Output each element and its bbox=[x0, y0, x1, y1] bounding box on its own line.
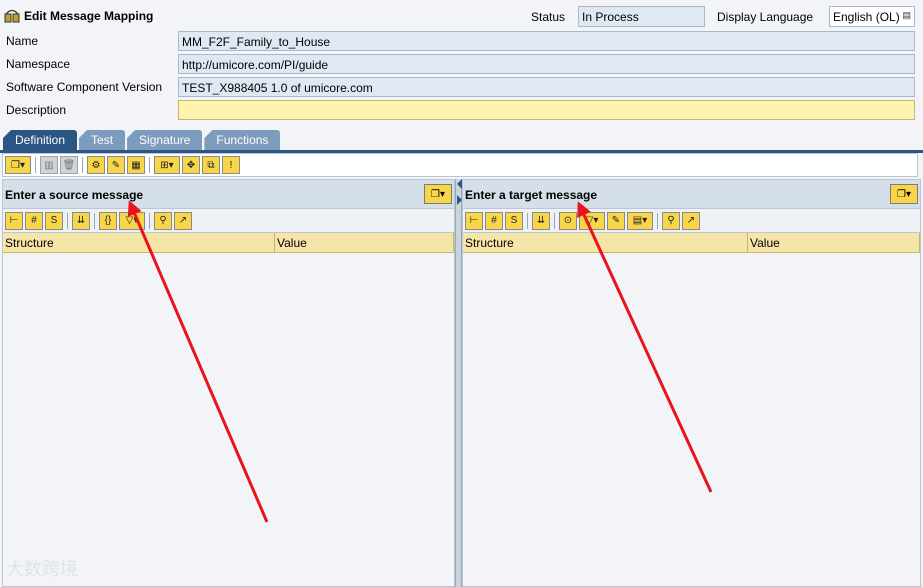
tree-icon[interactable]: ⊢ bbox=[5, 211, 23, 230]
name-field[interactable]: MM_F2F_Family_to_House bbox=[178, 31, 915, 51]
gear-icon[interactable]: ⚙ bbox=[87, 156, 105, 174]
tab-signature[interactable]: Signature bbox=[127, 130, 203, 150]
target-table-header: Structure Value bbox=[463, 233, 920, 253]
source-pane-title: Enter a source message bbox=[5, 188, 144, 202]
target-message-pane: Enter a target message ❐▾ ⊢ # S ⇊ ⊙ ▽▾ ✎… bbox=[462, 179, 921, 587]
header-panel: Edit Message Mapping Status In Process D… bbox=[0, 0, 923, 128]
source-table-header: Structure Value bbox=[3, 233, 454, 253]
filter-icon[interactable]: ▽▾ bbox=[579, 211, 605, 230]
copy-window-icon[interactable]: ⧉ bbox=[202, 156, 220, 174]
grid-icon[interactable]: # bbox=[485, 211, 503, 230]
expand-icon[interactable]: ⇊ bbox=[532, 211, 550, 230]
tree-icon[interactable]: ⊢ bbox=[465, 211, 483, 230]
source-pane-toolbar: ⊢ # S ⇊ {} ▽▾ ⚲ ↗ bbox=[3, 209, 454, 233]
hierarchy-icon[interactable]: ⊞▾ bbox=[154, 156, 180, 174]
warning-icon[interactable]: ! bbox=[222, 156, 240, 174]
copy-icon[interactable]: ▥ bbox=[40, 156, 58, 174]
display-language-select[interactable]: English (OL) ▤ bbox=[829, 6, 915, 27]
grid-icon[interactable]: # bbox=[25, 211, 43, 230]
structure-column-header[interactable]: Structure bbox=[463, 233, 748, 252]
toolbar-separator bbox=[149, 212, 150, 229]
source-icon[interactable]: S bbox=[45, 211, 63, 230]
table-icon[interactable]: ▦ bbox=[127, 156, 145, 174]
target-pane-toolbar: ⊢ # S ⇊ ⊙ ▽▾ ✎ ▤▾ ⚲ ↗ bbox=[463, 209, 920, 233]
edit-document-icon[interactable]: ✎ bbox=[107, 156, 125, 174]
source-icon[interactable]: S bbox=[505, 211, 523, 230]
main-toolbar: ❐▾ ▥ 🗑 ⚙ ✎ ▦ ⊞▾ ✥ ⧉ ! bbox=[2, 153, 918, 177]
target-pane-title: Enter a target message bbox=[465, 188, 598, 202]
export-icon[interactable]: ↗ bbox=[174, 211, 192, 230]
namespace-label: Namespace bbox=[6, 57, 71, 71]
name-label: Name bbox=[6, 34, 39, 48]
target-pane-header: Enter a target message ❐▾ bbox=[463, 180, 920, 209]
tab-functions[interactable]: Functions bbox=[204, 130, 281, 150]
namespace-field[interactable]: http://umicore.com/PI/guide bbox=[178, 54, 915, 74]
window-options-icon[interactable]: ❐▾ bbox=[5, 156, 31, 174]
source-message-pane: Enter a source message ❐▾ ⊢ # S ⇊ {} ▽▾ … bbox=[2, 179, 455, 587]
value-column-header[interactable]: Value bbox=[275, 233, 454, 252]
status-field: In Process bbox=[578, 6, 705, 27]
title-row: Edit Message Mapping bbox=[4, 9, 153, 23]
pane-options-icon[interactable]: ❐▾ bbox=[424, 184, 452, 204]
filter-icon[interactable]: ▽▾ bbox=[119, 211, 145, 230]
display-language-value: English (OL) bbox=[833, 10, 900, 24]
find-icon[interactable]: ⚲ bbox=[662, 211, 680, 230]
description-field[interactable] bbox=[178, 100, 915, 120]
software-component-version-label: Software Component Version bbox=[6, 80, 163, 94]
page-title: Edit Message Mapping bbox=[24, 9, 154, 23]
pane-divider[interactable] bbox=[455, 179, 462, 587]
tab-definition[interactable]: Definition bbox=[3, 130, 78, 150]
mapping-icon bbox=[4, 9, 20, 23]
watermark-logo: 大数跨境 bbox=[6, 559, 78, 579]
tab-bar: Definition Test Signature Functions bbox=[3, 130, 282, 150]
expand-icon[interactable]: ⇊ bbox=[72, 211, 90, 230]
export-icon[interactable]: ↗ bbox=[682, 211, 700, 230]
source-pane-header: Enter a source message ❐▾ bbox=[3, 180, 454, 209]
delete-icon[interactable]: 🗑 bbox=[60, 156, 78, 174]
status-label: Status bbox=[531, 10, 566, 24]
description-label: Description bbox=[6, 103, 67, 117]
toolbar-separator bbox=[149, 157, 150, 173]
structure-column-header[interactable]: Structure bbox=[3, 233, 275, 252]
value-column-header[interactable]: Value bbox=[748, 233, 920, 252]
toolbar-separator bbox=[82, 157, 83, 173]
pane-options-icon[interactable]: ❐▾ bbox=[890, 184, 918, 204]
toolbar-separator bbox=[35, 157, 36, 173]
context-icon[interactable]: {} bbox=[99, 211, 117, 230]
tab-test[interactable]: Test bbox=[79, 130, 126, 150]
find-icon[interactable]: ⚲ bbox=[154, 211, 172, 230]
properties-icon[interactable]: ▤▾ bbox=[627, 211, 653, 230]
software-component-version-field[interactable]: TEST_X988405 1.0 of umicore.com bbox=[178, 77, 915, 97]
dropdown-icon[interactable]: ▤ bbox=[902, 10, 911, 23]
display-language-label: Display Language bbox=[717, 10, 814, 24]
toolbar-separator bbox=[554, 212, 555, 229]
context-icon[interactable]: ⊙ bbox=[559, 211, 577, 230]
toolbar-separator bbox=[657, 212, 658, 229]
dependencies-icon[interactable]: ✥ bbox=[182, 156, 200, 174]
toolbar-separator bbox=[94, 212, 95, 229]
toolbar-separator bbox=[67, 212, 68, 229]
toolbar-separator bbox=[527, 212, 528, 229]
edit-document-icon[interactable]: ✎ bbox=[607, 211, 625, 230]
